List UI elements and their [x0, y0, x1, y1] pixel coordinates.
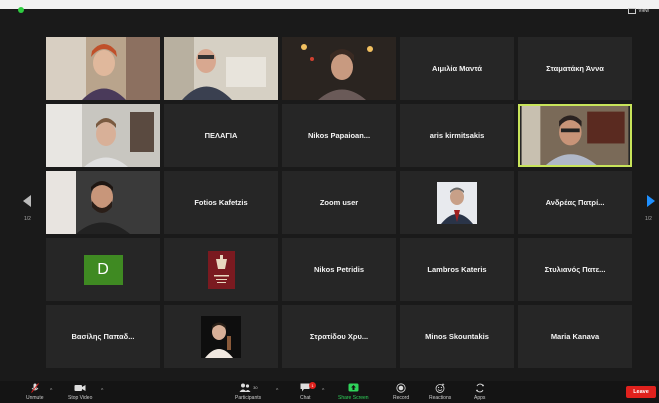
participant-tile[interactable]: Lambros Kateris	[400, 238, 514, 301]
participant-tile[interactable]: D	[46, 238, 160, 301]
participant-tile[interactable]	[46, 171, 160, 234]
page-indicator-right: 1/2	[645, 216, 652, 222]
participant-name: Αιμιλία Μαντά	[432, 64, 482, 73]
participant-video	[46, 104, 160, 167]
page-indicator-left: 1/2	[24, 216, 31, 222]
participant-name: Σταματάκη Άννα	[546, 64, 604, 73]
participant-video	[46, 37, 160, 100]
meeting-controls-toolbar	[0, 381, 659, 403]
share-screen-icon	[338, 383, 369, 393]
view-label: View	[638, 8, 649, 14]
participants-count: 30	[253, 385, 258, 390]
participant-tile[interactable]: Στρατίδου Χρυ...	[282, 305, 396, 368]
participant-tile[interactable]: Σταματάκη Άννα	[518, 37, 632, 100]
security-shield-icon[interactable]	[18, 7, 24, 13]
zoom-meeting-window: View 1/2 1/2 Αιμιλία Μαντά Σταματάκη Άνν…	[0, 0, 659, 403]
participant-video	[521, 106, 629, 165]
participant-name: Minos Skountakis	[425, 332, 489, 341]
participant-tile[interactable]	[46, 104, 160, 167]
participant-tile[interactable]	[282, 37, 396, 100]
participant-name: Maria Kanava	[550, 332, 600, 341]
video-camera-icon	[68, 383, 92, 393]
participant-tile[interactable]: Αιμιλία Μαντά	[400, 37, 514, 100]
participant-name: Nikos Petridis	[313, 265, 365, 274]
participant-name: Fotios Kafetzis	[194, 198, 248, 207]
participant-video	[46, 171, 160, 234]
chat-options-caret-icon[interactable]: ^	[322, 388, 324, 394]
participant-tile[interactable]	[164, 238, 278, 301]
apps-button[interactable]: Apps	[474, 383, 485, 401]
participant-tile[interactable]: aris kirmitsakis	[400, 104, 514, 167]
share-screen-button[interactable]: Share Screen	[338, 383, 369, 401]
unmute-button[interactable]: Unmute	[26, 383, 44, 401]
participant-name: Zoom user	[319, 198, 359, 207]
grid-view-icon	[628, 8, 637, 14]
participant-tile[interactable]	[400, 171, 514, 234]
participant-tile[interactable]: Στυλιανός Πατε...	[518, 238, 632, 301]
participant-name: aris kirmitsakis	[429, 131, 485, 140]
participant-tile[interactable]: Nikos Petridis	[282, 238, 396, 301]
record-button[interactable]: Record	[393, 383, 409, 401]
participant-tile[interactable]: Minos Skountakis	[400, 305, 514, 368]
active-speaker-tile[interactable]	[518, 104, 632, 167]
next-page-arrow-icon[interactable]	[647, 195, 655, 207]
participant-video	[164, 37, 278, 100]
video-options-caret-icon[interactable]: ^	[101, 388, 103, 394]
muted-microphone-icon	[26, 383, 44, 393]
gallery-view: Αιμιλία Μαντά Σταματάκη Άννα ΠΕΛΑΓΙΑ Nik…	[46, 37, 632, 369]
chat-unread-badge: 1	[309, 382, 316, 389]
participant-video	[282, 37, 396, 100]
stop-video-button[interactable]: Stop Video	[68, 383, 92, 401]
participant-tile[interactable]: Βασίλης Παπαδ...	[46, 305, 160, 368]
record-label: Record	[393, 395, 410, 401]
letter-avatar: D	[83, 254, 123, 285]
audio-options-caret-icon[interactable]: ^	[50, 388, 52, 394]
participants-label: Participants	[235, 395, 262, 401]
apps-label: Apps	[474, 395, 486, 401]
participant-tile[interactable]	[46, 37, 160, 100]
reactions-label: Reactions	[429, 395, 452, 401]
reactions-button[interactable]: Reactions	[429, 383, 451, 401]
participant-tile[interactable]: Fotios Kafetzis	[164, 171, 278, 234]
share-screen-label: Share Screen	[338, 395, 369, 401]
previous-page-arrow-icon[interactable]	[23, 195, 31, 207]
participant-name: Στυλιανός Πατε...	[544, 265, 606, 274]
participant-profile-photo	[201, 315, 241, 358]
unmute-label: Unmute	[26, 395, 44, 401]
chat-label: Chat	[300, 395, 311, 401]
participant-tile[interactable]: Maria Kanava	[518, 305, 632, 368]
participant-tile[interactable]: ΠΕΛΑΓΙΑ	[164, 104, 278, 167]
participant-tile[interactable]: Nikos Papaioan...	[282, 104, 396, 167]
participant-name: Nikos Papaioan...	[307, 131, 371, 140]
participant-profile-photo	[437, 181, 477, 224]
reactions-smiley-icon	[429, 383, 451, 393]
window-top-bar	[0, 0, 659, 9]
participant-tile[interactable]: Ανδρέας Πατρί...	[518, 171, 632, 234]
participant-name: Στρατίδου Χρυ...	[309, 332, 369, 341]
participant-tile[interactable]	[164, 37, 278, 100]
participant-name: Lambros Kateris	[427, 265, 487, 274]
participants-icon: 30	[235, 383, 261, 393]
participants-options-caret-icon[interactable]: ^	[276, 388, 278, 394]
stop-video-label: Stop Video	[68, 395, 93, 401]
participant-name: Βασίλης Παπαδ...	[71, 332, 135, 341]
organization-logo-avatar	[207, 250, 235, 289]
participant-name: ΠΕΛΑΓΙΑ	[204, 131, 238, 140]
leave-meeting-button[interactable]: Leave	[626, 386, 656, 398]
participants-button[interactable]: 30 Participants	[235, 383, 261, 401]
participant-tile[interactable]: Zoom user	[282, 171, 396, 234]
apps-icon	[474, 383, 485, 393]
view-button[interactable]: View	[628, 8, 649, 14]
participant-tile[interactable]	[164, 305, 278, 368]
participant-name: Ανδρέας Πατρί...	[545, 198, 605, 207]
record-icon	[393, 383, 409, 393]
